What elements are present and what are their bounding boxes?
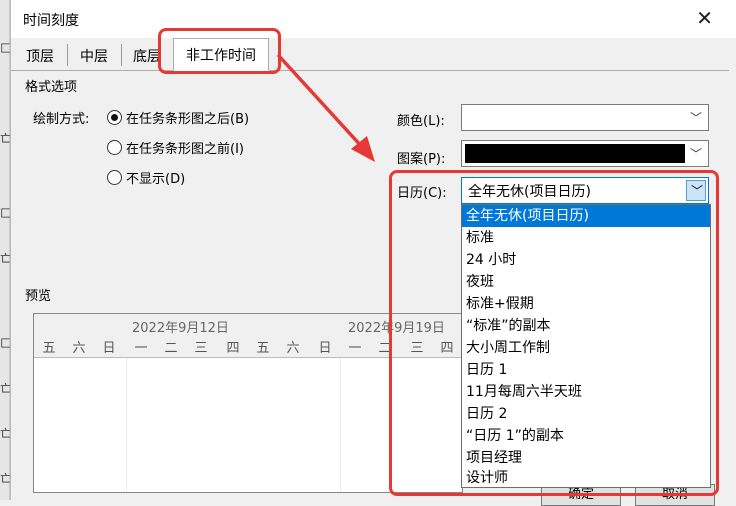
radio-after-taskbars[interactable]: 在任务条形图之后(B) (107, 108, 249, 127)
format-options-label: 格式选项 (25, 80, 78, 95)
tab-highlight-box (158, 28, 281, 74)
radio-button[interactable] (107, 140, 122, 155)
pattern-label: 图案(P): (397, 152, 446, 167)
radio-label: 不显示(D) (126, 172, 186, 187)
week1-date: 2022年9月12日 (132, 321, 229, 336)
background-glyph: 匚 (0, 42, 10, 55)
radio-label: 在任务条形图之后(B) (126, 112, 250, 127)
chevron-down-icon: ﹀ (689, 111, 702, 125)
background-glyph: 亡 (0, 252, 10, 265)
day-label: 二 (164, 341, 178, 356)
preview-label: 预览 (25, 289, 52, 304)
title-bar: 时间刻度 ✕ (11, 0, 736, 38)
day-label: 五 (256, 341, 270, 356)
day-label: 五 (42, 341, 56, 356)
pattern-select[interactable]: ﹀ (461, 140, 709, 167)
day-label: 日 (102, 341, 116, 356)
day-label: 四 (226, 341, 240, 356)
tab-separator (121, 44, 122, 66)
chevron-down-icon: ﹀ (689, 147, 702, 161)
dialog-title: 时间刻度 (23, 13, 79, 29)
background-glyph: 亡 (0, 472, 10, 485)
radio-before-taskbars[interactable]: 在任务条形图之前(I) (107, 138, 244, 157)
day-label: 六 (72, 341, 86, 356)
tab-middle-tier[interactable]: 中层 (69, 41, 119, 70)
color-select[interactable]: ﹀ (461, 104, 709, 131)
day-label: 三 (194, 341, 208, 356)
day-label: 六 (286, 341, 300, 356)
tab-separator (67, 44, 68, 66)
timescale-dialog: 时间刻度 ✕ 顶层 中层 底层 非工作时间 格式选项 绘制方式: 在任务条形图之… (10, 0, 736, 506)
calendar-highlight-box (389, 170, 719, 496)
background-glyph: 匚 (0, 337, 10, 350)
background-glyph: 亡 (0, 382, 10, 395)
color-label: 颜色(L): (397, 114, 445, 129)
day-label: 一 (134, 341, 148, 356)
background-glyph: 亡 (0, 427, 10, 440)
radio-do-not-draw[interactable]: 不显示(D) (107, 168, 185, 187)
draw-method-label: 绘制方式: (33, 112, 90, 127)
radio-button[interactable] (107, 110, 122, 125)
tab-top-tier[interactable]: 顶层 (15, 41, 65, 70)
day-label: 一 (348, 341, 362, 356)
background-glyph: 亡 (0, 132, 10, 145)
day-label: 日 (318, 341, 332, 356)
tab-strip-divider (11, 70, 729, 71)
week-divider (126, 358, 127, 492)
radio-label: 在任务条形图之前(I) (126, 142, 244, 157)
close-icon[interactable]: ✕ (696, 6, 713, 30)
background-glyph: 匚 (0, 207, 10, 220)
week-divider (340, 358, 341, 492)
radio-button[interactable] (107, 170, 122, 185)
pattern-swatch (465, 144, 685, 163)
